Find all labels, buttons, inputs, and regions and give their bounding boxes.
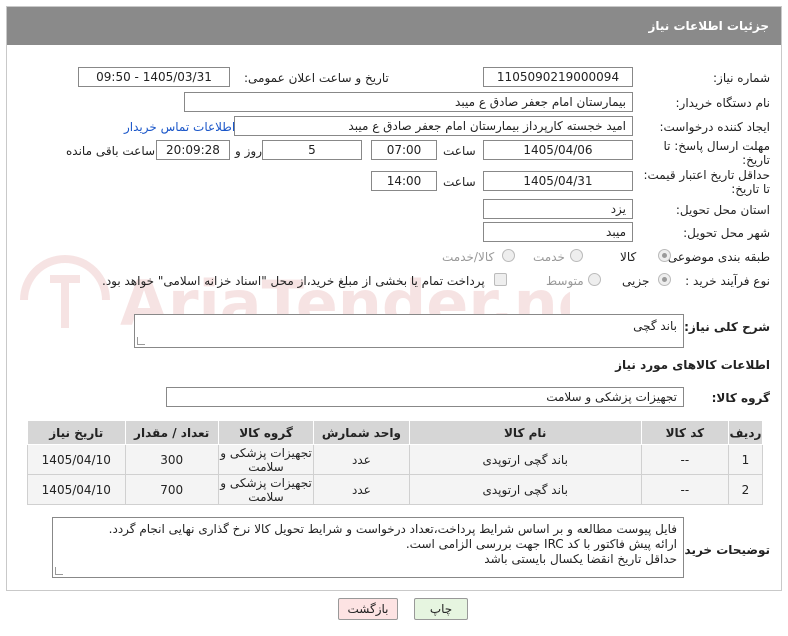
cell-goods-group: تجهیزات پزشکی و سلامت — [217, 474, 315, 505]
category-option-goods: کالا — [620, 250, 637, 264]
process-option-minor: جزیی — [622, 274, 650, 288]
deadline-time-label: ساعت — [443, 144, 476, 158]
buyer-contact-link[interactable]: اطلاعات تماس خریدار — [124, 120, 235, 134]
category-label: طبقه بندی موضوعی: — [663, 250, 770, 264]
treasury-payment-checkbox[interactable] — [494, 273, 507, 286]
cell-unit: عدد — [313, 474, 410, 505]
cell-item-name: باند گچی ارتوپدی — [408, 444, 642, 475]
resize-grip-icon[interactable] — [137, 337, 145, 345]
cell-unit: عدد — [313, 444, 410, 475]
creator-label: ایجاد کننده درخواست: — [659, 120, 770, 134]
remaining-time-label: ساعت باقی مانده — [66, 144, 156, 158]
cell-need-date: 1405/04/10 — [27, 444, 126, 475]
treasury-payment-note: پرداخت تمام یا بخشی از مبلغ خرید،از محل … — [102, 274, 485, 288]
validity-time-field: 14:00 — [371, 171, 437, 191]
category-radio-service[interactable] — [570, 249, 583, 262]
category-option-service: خدمت — [533, 250, 565, 264]
days-field: 5 — [262, 140, 362, 160]
cell-item-code: -- — [640, 474, 729, 505]
process-radio-medium[interactable] — [588, 273, 601, 286]
validity-time-label: ساعت — [443, 175, 476, 189]
panel-header: جزئیات اطلاعات نیاز — [7, 7, 781, 45]
cell-item-code: -- — [640, 444, 729, 475]
cell-item-name: باند گچی ارتوپدی — [408, 474, 642, 505]
buyer-notes-line: فایل پیوست مطالعه و بر اساس شرایط پرداخت… — [108, 522, 677, 536]
validity-label: حداقل تاریخ اعتبار قیمت: تا تاریخ: — [643, 168, 770, 196]
days-label: روز و — [235, 144, 262, 158]
announce-date-field: 1405/03/31 - 09:50 — [78, 67, 230, 87]
buyer-notes-line: ارائه پیش فاکتور با کد IRC جهت بررسی الز… — [405, 537, 677, 551]
col-row-number: ردیف — [727, 420, 764, 445]
description-textarea[interactable]: باند گچی — [134, 314, 684, 348]
buyer-notes-line: حداقل تاریخ انقضا یکسال بایستی باشد — [484, 552, 677, 566]
buyer-notes-textarea[interactable]: فایل پیوست مطالعه و بر اساس شرایط پرداخت… — [52, 517, 684, 578]
resize-grip-icon[interactable] — [55, 567, 63, 575]
creator-field: امید خجسته کارپرداز بیمارستان امام جعفر … — [234, 116, 633, 136]
col-goods-group: گروه کالا — [217, 420, 315, 445]
need-number-field: 1105090219000094 — [483, 67, 633, 87]
table-row: 2 -- باند گچی ارتوپدی عدد تجهیزات پزشکی … — [27, 474, 764, 505]
category-radio-goods-service[interactable] — [502, 249, 515, 262]
goods-table: ردیف کد کالا نام کالا واحد شمارش گروه کا… — [27, 420, 764, 505]
cell-need-date: 1405/04/10 — [27, 474, 126, 505]
col-quantity: تعداد / مقدار — [124, 420, 219, 445]
process-option-medium: متوسط — [546, 274, 584, 288]
col-need-date: تاریخ نیاز — [27, 420, 126, 445]
deadline-date-field: 1405/04/06 — [483, 140, 633, 160]
deadline-time-field: 07:00 — [371, 140, 437, 160]
cell-quantity: 300 — [124, 444, 219, 475]
print-button[interactable]: چاپ — [414, 598, 468, 620]
city-label: شهر محل تحویل: — [683, 226, 770, 240]
cell-quantity: 700 — [124, 474, 219, 505]
goods-table-header: ردیف کد کالا نام کالا واحد شمارش گروه کا… — [27, 420, 764, 445]
deadline-label: مهلت ارسال پاسخ: تا تاریخ: — [663, 139, 770, 167]
buyer-org-label: نام دستگاه خریدار: — [675, 96, 771, 110]
need-number-label: شماره نیاز: — [713, 71, 770, 85]
col-unit: واحد شمارش — [313, 420, 410, 445]
table-row: 1 -- باند گچی ارتوپدی عدد تجهیزات پزشکی … — [27, 444, 764, 475]
goods-info-title: اطلاعات کالاهای مورد نیاز — [615, 358, 770, 372]
buyer-org-field: بیمارستان امام جعفر صادق ع میبد — [184, 92, 633, 112]
goods-group-field: تجهیزات پزشکی و سلامت — [166, 387, 684, 407]
back-button[interactable]: بازگشت — [338, 598, 398, 620]
cell-row-number: 1 — [727, 444, 764, 475]
col-item-code: کد کالا — [640, 420, 729, 445]
province-label: استان محل تحویل: — [675, 203, 770, 217]
col-item-name: نام کالا — [408, 420, 642, 445]
announce-date-label: تاریخ و ساعت اعلان عمومی: — [244, 71, 389, 85]
city-field: میبد — [483, 222, 633, 242]
cell-goods-group: تجهیزات پزشکی و سلامت — [217, 444, 315, 475]
cell-row-number: 2 — [727, 474, 764, 505]
category-option-goods-service: کالا/خدمت — [442, 250, 495, 264]
process-type-label: نوع فرآیند خرید : — [685, 274, 770, 288]
description-label: شرح کلی نیاز: — [684, 320, 770, 334]
description-text: باند گچی — [633, 319, 677, 333]
goods-group-label: گروه کالا: — [711, 391, 770, 405]
validity-date-field: 1405/04/31 — [483, 171, 633, 191]
process-radio-minor[interactable] — [658, 273, 671, 286]
category-radio-goods[interactable] — [658, 249, 671, 262]
remaining-time-field: 20:09:28 — [156, 140, 230, 160]
province-field: یزد — [483, 199, 633, 219]
